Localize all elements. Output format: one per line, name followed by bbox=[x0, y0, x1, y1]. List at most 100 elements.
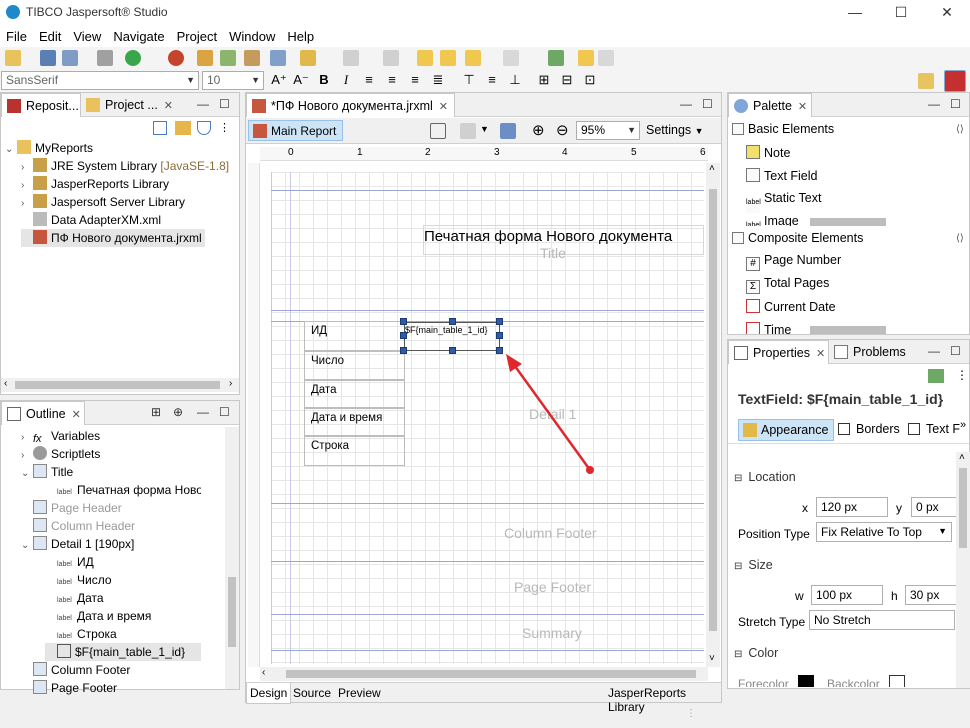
maximize-button[interactable]: ☐ bbox=[878, 0, 924, 25]
resize-handle[interactable] bbox=[496, 332, 503, 339]
tab-project-explorer[interactable]: Project ... ✕ bbox=[81, 93, 179, 117]
drawer-toggle-icon[interactable]: ⟨⟩ bbox=[956, 124, 964, 135]
padding-icon[interactable]: ⊞ bbox=[535, 71, 553, 89]
open-perspective-icon[interactable] bbox=[918, 73, 934, 89]
publish-icon[interactable] bbox=[270, 50, 286, 66]
palette-item-current-date[interactable]: Current Date bbox=[746, 299, 836, 314]
outline-item[interactable]: label ИД bbox=[45, 553, 201, 571]
section-size[interactable]: ⊟ Size bbox=[734, 558, 773, 572]
maximize-view-icon[interactable]: ☐ bbox=[219, 405, 230, 419]
back-icon[interactable] bbox=[465, 50, 481, 66]
backcolor-swatch[interactable] bbox=[889, 675, 905, 687]
increase-font-icon[interactable]: A⁺ bbox=[270, 71, 288, 89]
debug-icon[interactable] bbox=[168, 50, 184, 66]
add-icon[interactable]: ⊕ bbox=[173, 405, 183, 419]
horizontal-scrollbar[interactable]: ‹ bbox=[260, 667, 708, 681]
align-top-icon[interactable]: ⊤ bbox=[460, 71, 478, 89]
view-menu-icon[interactable]: ⋮ bbox=[956, 368, 968, 382]
maximize-view-icon[interactable]: ☐ bbox=[950, 97, 961, 111]
resize-handle[interactable] bbox=[400, 332, 407, 339]
tree-item[interactable]: › JasperReports Library bbox=[21, 175, 169, 193]
save-all-icon[interactable] bbox=[62, 50, 78, 66]
tab-design[interactable]: Design bbox=[246, 683, 292, 704]
tab-source[interactable]: Source bbox=[293, 686, 331, 700]
outline-item[interactable]: Page Header bbox=[21, 499, 201, 517]
run-icon[interactable] bbox=[125, 50, 141, 66]
tab-preview[interactable]: Preview bbox=[338, 686, 381, 700]
pin-view-icon[interactable] bbox=[928, 369, 944, 383]
justify-icon[interactable]: ≣ bbox=[429, 71, 447, 89]
outline-item[interactable]: label Дата и время bbox=[45, 607, 201, 625]
outline-item[interactable]: $F{main_table_1_id} bbox=[45, 643, 201, 661]
subtab-text-field[interactable]: Text F bbox=[906, 422, 966, 436]
font-family-combo[interactable]: SansSerif ▼ bbox=[1, 71, 199, 90]
menu-view[interactable]: View bbox=[67, 25, 107, 44]
tree-item[interactable]: › JRE System Library [JavaSE-1.8] bbox=[21, 157, 229, 175]
resize-handle[interactable] bbox=[400, 347, 407, 354]
palette-item-textfield[interactable]: Text Field bbox=[746, 168, 818, 183]
fit-icon[interactable]: ⊡ bbox=[581, 71, 599, 89]
new-icon[interactable] bbox=[5, 50, 21, 66]
static-text-string[interactable]: Строка bbox=[304, 436, 405, 466]
drawer-scroll[interactable] bbox=[810, 218, 886, 226]
menu-navigate[interactable]: Navigate bbox=[107, 25, 170, 44]
redo-icon[interactable] bbox=[598, 50, 614, 66]
resize-handle[interactable] bbox=[496, 318, 503, 325]
prev-annotation-icon[interactable] bbox=[383, 50, 399, 66]
last-edit-icon[interactable] bbox=[417, 50, 433, 66]
outline-item[interactable]: Column Header bbox=[21, 517, 201, 535]
tab-properties[interactable]: Properties ✕ bbox=[728, 340, 829, 364]
outline-item[interactable]: › fx Variables bbox=[21, 427, 201, 445]
dataset-icon[interactable] bbox=[460, 123, 476, 139]
tab-report-file[interactable]: *ПФ Нового документа.jrxml ✕ bbox=[246, 93, 455, 117]
menu-edit[interactable]: Edit bbox=[33, 25, 67, 44]
subtab-borders[interactable]: Borders bbox=[836, 422, 900, 436]
title-static-text[interactable]: Печатная форма Нового документа bbox=[424, 228, 672, 245]
more-tabs-icon[interactable]: » bbox=[960, 419, 966, 431]
palette-item-time[interactable]: Time bbox=[746, 322, 791, 334]
maximize-view-icon[interactable]: ☐ bbox=[702, 97, 713, 111]
tree-item[interactable]: Data AdapterXM.xml bbox=[21, 211, 161, 229]
report-design-perspective-icon[interactable] bbox=[944, 70, 966, 92]
forward-icon[interactable] bbox=[503, 50, 519, 66]
bold-icon[interactable]: B bbox=[315, 71, 333, 89]
binary-icon[interactable] bbox=[97, 50, 113, 66]
new-report-icon[interactable] bbox=[197, 50, 213, 66]
drawer-toggle-icon[interactable]: ⟨⟩ bbox=[956, 233, 964, 244]
new-adapter-icon[interactable] bbox=[220, 50, 236, 66]
horizontal-scrollbar[interactable]: ‹ › bbox=[1, 378, 239, 392]
close-button[interactable]: ✕ bbox=[924, 0, 970, 25]
undo-icon[interactable] bbox=[578, 50, 594, 66]
stretch-icon[interactable]: ⊟ bbox=[558, 71, 576, 89]
outline-item[interactable]: labelПечатная форма Нового до bbox=[45, 481, 201, 499]
section-location[interactable]: ⊟ Location bbox=[734, 470, 796, 484]
maximize-view-icon[interactable]: ☐ bbox=[219, 97, 230, 111]
tab-problems[interactable]: Problems bbox=[829, 340, 912, 364]
palette-group-composite[interactable]: Composite Elements bbox=[732, 231, 863, 245]
static-text-date[interactable]: Дата bbox=[304, 380, 405, 408]
outline-item[interactable]: label Строка bbox=[45, 625, 201, 643]
align-left-icon[interactable]: ≡ bbox=[360, 71, 378, 89]
next-annotation-icon[interactable] bbox=[343, 50, 359, 66]
zoom-combo[interactable]: 95% ▼ bbox=[576, 121, 640, 140]
close-icon[interactable]: ✕ bbox=[798, 101, 807, 113]
align-middle-icon[interactable]: ≡ bbox=[483, 71, 501, 89]
tab-outline[interactable]: Outline ✕ bbox=[1, 401, 85, 425]
palette-item-note[interactable]: Note bbox=[746, 145, 790, 160]
link-editor-icon[interactable] bbox=[175, 121, 191, 135]
align-center-icon[interactable]: ≡ bbox=[383, 71, 401, 89]
outline-item[interactable]: label Число bbox=[45, 571, 201, 589]
menu-file[interactable]: File bbox=[0, 25, 33, 44]
palette-item-static-text[interactable]: label Static Text bbox=[746, 191, 821, 213]
static-text-datetime[interactable]: Дата и время bbox=[304, 408, 405, 436]
vertical-scrollbar[interactable] bbox=[225, 427, 239, 689]
collapse-all-icon[interactable] bbox=[153, 121, 167, 135]
minimize-view-icon[interactable]: — bbox=[197, 97, 209, 111]
resize-handle[interactable] bbox=[400, 318, 407, 325]
tab-repository[interactable]: Reposit... bbox=[1, 93, 81, 117]
outline-item[interactable]: Column Footer bbox=[21, 661, 201, 679]
resize-handle[interactable] bbox=[449, 318, 456, 325]
align-bottom-icon[interactable]: ⊥ bbox=[506, 71, 524, 89]
minimize-view-icon[interactable]: — bbox=[928, 97, 940, 111]
minimize-view-icon[interactable]: — bbox=[680, 97, 692, 111]
